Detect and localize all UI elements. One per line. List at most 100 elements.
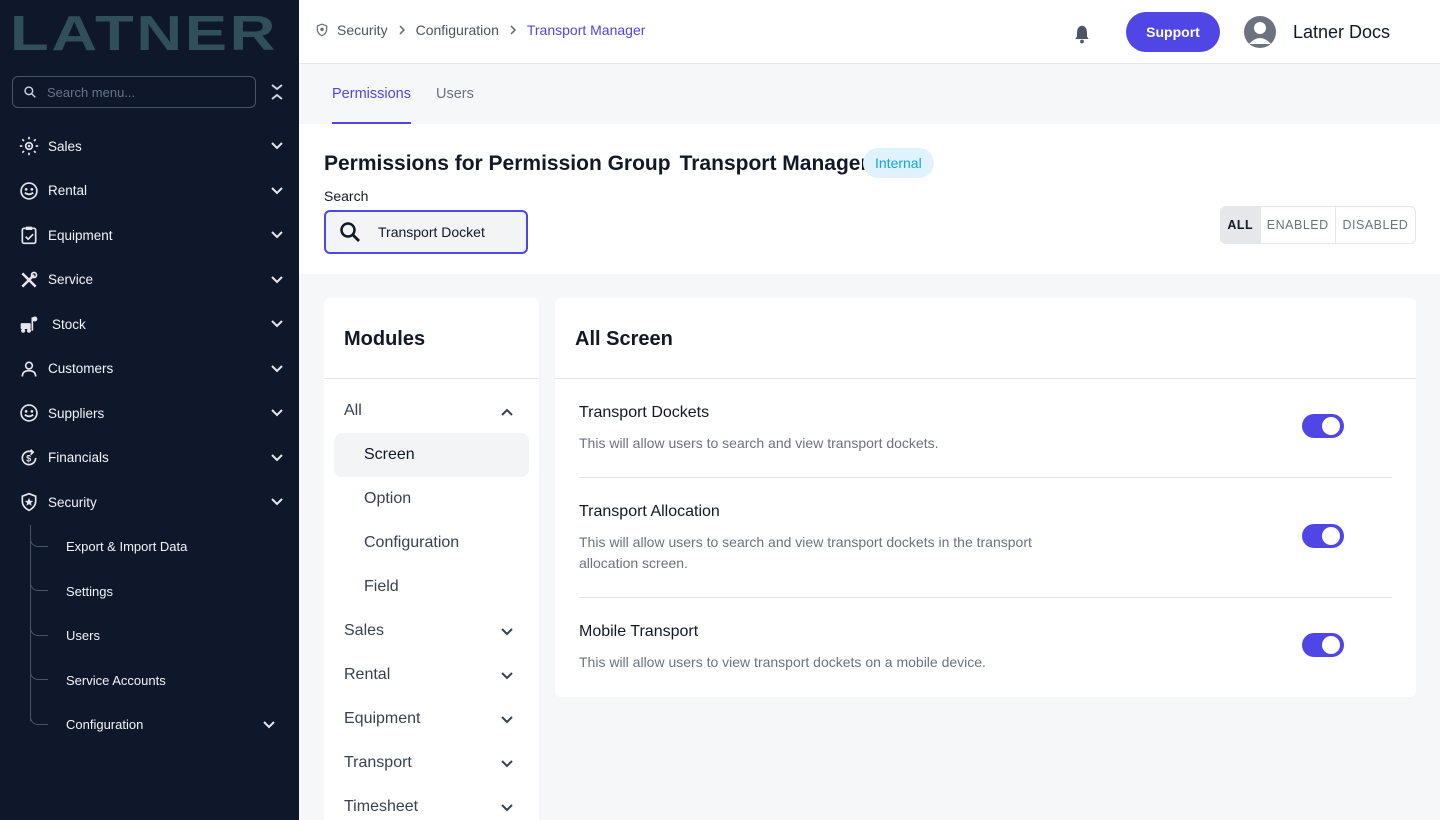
module-timesheet[interactable]: Timesheet: [344, 798, 516, 816]
sidebar-subitem-label: Users: [66, 628, 100, 644]
module-sub-field[interactable]: Field: [334, 565, 529, 609]
permission-name: Transport Dockets: [579, 404, 710, 421]
chevron-right-icon: [508, 25, 518, 35]
sidebar-item-label: Service: [48, 272, 94, 288]
sidebar-item-suppliers[interactable]: Suppliers: [0, 391, 299, 436]
filter-disabled-button[interactable]: DISABLED: [1336, 207, 1415, 243]
module-sub-configuration[interactable]: Configuration: [334, 521, 529, 565]
chevron-down-icon: [501, 760, 513, 768]
permission-row: Mobile Transport This will allow users t…: [579, 623, 1392, 673]
permission-toggle[interactable]: [1302, 633, 1344, 657]
sidebar-subitem-label: Service Accounts: [66, 672, 166, 688]
avatar[interactable]: [1244, 16, 1276, 48]
svg-text:$: $: [26, 453, 31, 463]
divider: [555, 378, 1416, 379]
sidebar-item-financials[interactable]: $ Financials: [0, 436, 299, 481]
sidebar-item-security[interactable]: Security: [0, 480, 299, 525]
sidebar-item-label: Financials: [48, 450, 109, 466]
row-divider: [579, 477, 1392, 478]
breadcrumb-configuration[interactable]: Configuration: [416, 22, 499, 38]
module-sub-option[interactable]: Option: [334, 477, 529, 521]
chevron-down-icon: [501, 716, 513, 724]
chevron-down-icon: [501, 672, 513, 680]
permission-row: Transport Dockets This will allow users …: [579, 404, 1392, 478]
filter-all-button[interactable]: ALL: [1221, 207, 1261, 243]
sidebar-item-equipment[interactable]: Equipment: [0, 213, 299, 258]
module-label: Transport: [344, 754, 412, 771]
sidebar-item-stock[interactable]: Stock: [0, 302, 299, 347]
module-label: Sales: [344, 622, 385, 639]
support-button[interactable]: Support: [1126, 12, 1220, 52]
sidebar: LATNER Sales Rental Equipment Service: [0, 0, 299, 820]
security-submenu: Export & Import Data Settings Users Serv…: [0, 524, 299, 748]
permissions-panel: All Screen Transport Dockets This will a…: [555, 298, 1416, 697]
shield-icon: [316, 23, 328, 37]
sidebar-subitem-configuration[interactable]: Configuration: [0, 703, 299, 748]
sidebar-search[interactable]: [12, 76, 256, 108]
chevron-right-icon: [397, 25, 407, 35]
currency-cycle-icon: $: [18, 447, 40, 469]
module-label: Timesheet: [344, 798, 419, 815]
permission-row: Transport Allocation This will allow use…: [579, 503, 1392, 598]
sidebar-subitem-export-import[interactable]: Export & Import Data: [0, 525, 299, 570]
user-name[interactable]: Latner Docs: [1293, 22, 1390, 43]
smiley-badge-icon: [18, 402, 40, 424]
permission-toggle[interactable]: [1302, 414, 1344, 438]
forklift-icon: [18, 313, 40, 335]
module-transport[interactable]: Transport: [344, 754, 516, 772]
wrench-screwdriver-icon: [18, 269, 40, 291]
tab-bar: Permissions Users: [299, 65, 1440, 124]
search-label: Search: [324, 188, 369, 204]
person-icon: [18, 358, 40, 380]
toggle-knob: [1322, 636, 1340, 654]
module-all[interactable]: All: [344, 402, 516, 420]
bell-icon[interactable]: [1072, 24, 1092, 44]
sidebar-subitem-users[interactable]: Users: [0, 614, 299, 659]
sidebar-item-service[interactable]: Service: [0, 258, 299, 303]
permission-toggle[interactable]: [1302, 524, 1344, 548]
chevron-down-icon: [271, 498, 283, 506]
filter-enabled-button[interactable]: ENABLED: [1261, 207, 1336, 243]
status-badge: Internal: [863, 148, 934, 178]
module-label: All: [344, 402, 362, 419]
sidebar-subitem-label: Settings: [66, 583, 113, 599]
sidebar-item-label: Stock: [52, 316, 86, 332]
chevron-down-icon: [271, 275, 283, 283]
submenu-branch: [30, 579, 48, 591]
permission-description: This will allow users to search and view…: [579, 534, 1032, 571]
page-title-group: Transport Manager: [679, 152, 869, 175]
sidebar-item-sales[interactable]: Sales: [0, 124, 299, 169]
module-sub-screen[interactable]: Screen: [334, 433, 529, 477]
module-sales[interactable]: Sales: [344, 622, 516, 640]
permission-search[interactable]: [324, 210, 528, 254]
permission-description: This will allow users to search and view…: [579, 435, 939, 451]
sidebar-subitem-service-accounts[interactable]: Service Accounts: [0, 658, 299, 703]
tab-users[interactable]: Users: [436, 86, 474, 102]
breadcrumb: Security Configuration Transport Manager: [315, 22, 645, 38]
sidebar-search-input[interactable]: [47, 84, 237, 100]
permission-name: Mobile Transport: [579, 623, 699, 640]
chevron-down-icon: [501, 628, 513, 636]
tab-permissions[interactable]: Permissions: [332, 86, 411, 102]
page-title-prefix: Permissions for Permission Group: [324, 152, 671, 175]
module-rental[interactable]: Rental: [344, 666, 516, 684]
modules-panel: Modules All Screen Option Configuration …: [324, 298, 539, 820]
permissions-title: All Screen: [575, 328, 673, 350]
submenu-branch: [30, 712, 48, 725]
chevron-up-icon: [501, 408, 513, 416]
sidebar-subitem-settings[interactable]: Settings: [0, 569, 299, 614]
permission-search-input[interactable]: [378, 224, 518, 240]
latner-logo[interactable]: LATNER: [10, 10, 280, 54]
sidebar-item-customers[interactable]: Customers: [0, 347, 299, 392]
module-equipment[interactable]: Equipment: [344, 710, 516, 728]
submenu-branch: [30, 534, 48, 547]
module-label: Rental: [344, 666, 391, 683]
collapse-sidebar-icon[interactable]: [268, 82, 286, 102]
breadcrumb-security[interactable]: Security: [337, 22, 388, 38]
divider: [324, 378, 539, 379]
sidebar-item-rental[interactable]: Rental: [0, 169, 299, 214]
chevron-down-icon: [271, 453, 283, 461]
permission-name: Transport Allocation: [579, 503, 720, 520]
search-icon: [340, 222, 360, 242]
search-icon: [24, 86, 36, 98]
